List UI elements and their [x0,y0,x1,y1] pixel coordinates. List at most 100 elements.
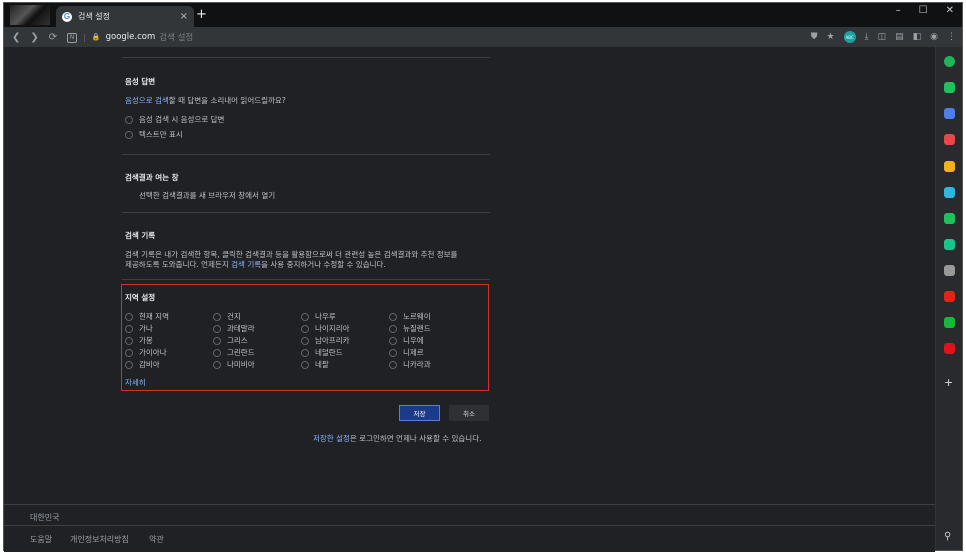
save-button[interactable]: 저장 [399,405,440,421]
minimize-button[interactable]: – [896,5,901,16]
add-sidebar-app-icon[interactable]: + [944,376,953,389]
maximize-button[interactable]: ☐ [919,5,928,16]
region-option[interactable]: 과테말라 [213,323,255,334]
voice-description: 음성으로 검색할 때 답변을 소리내어 읽어드릴까요? [125,96,286,105]
forward-icon[interactable]: ❯ [30,32,38,43]
region-option[interactable]: 현재 지역 [125,311,169,322]
region-option[interactable]: 네팔 [301,359,329,370]
radio-voice-answer[interactable]: 음성 검색 시 음성으로 답변 [125,114,224,125]
pocket-icon[interactable] [944,134,955,145]
region-option[interactable]: 나이지리아 [301,323,350,334]
radio-circle[interactable] [125,115,133,124]
new-tab-button[interactable]: + [196,7,207,22]
radio-circle[interactable] [301,360,309,369]
notification-icon[interactable] [944,82,955,93]
back-icon[interactable]: ❮ [12,32,20,43]
radio-circle[interactable] [301,324,309,333]
voice-section-title: 음성 답변 [125,77,156,86]
region-option[interactable]: 나우루 [301,311,336,322]
whale-icon[interactable] [944,56,955,67]
music-icon[interactable] [944,239,955,250]
radio-text-only[interactable]: 텍스트만 표시 [125,129,183,140]
search-history-link[interactable]: 검색 기록 [231,260,261,269]
footer-link-terms[interactable]: 약관 [149,534,164,545]
menu-icon[interactable]: ⋮ [947,32,956,42]
region-more-link[interactable]: 자세히 [125,377,146,388]
radio-circle[interactable] [125,312,133,321]
radio-circle[interactable] [389,360,397,369]
region-option[interactable]: 가이아나 [125,347,167,358]
region-option[interactable]: 남아프리카 [301,335,350,346]
region-option[interactable]: 니제르 [389,347,424,358]
radio-circle[interactable] [389,336,397,345]
reload-icon[interactable]: ⟳ [49,32,57,43]
close-window-button[interactable]: ✕ [946,5,954,16]
footer-divider [4,504,935,505]
divider [122,57,490,58]
voice-search-link[interactable]: 음성으로 검색 [125,96,169,105]
radio-circle[interactable] [389,324,397,333]
bookmark-star-icon[interactable]: ★ [827,32,835,42]
download-icon[interactable]: ⤓ [865,32,869,42]
address-bar[interactable]: 🔒 google.com 검색 설정 [92,31,193,43]
footer-link-privacy[interactable]: 개인정보처리방침 [70,534,129,545]
radio-circle[interactable] [125,360,133,369]
pin-icon[interactable]: ⚲ [944,531,951,542]
region-option[interactable]: 뉴질랜드 [389,323,431,334]
region-option[interactable]: 네덜란드 [301,347,343,358]
region-option[interactable]: 가나 [125,323,153,334]
avatar-icon[interactable] [944,265,955,276]
sidebar-toggle-icon[interactable]: ◧ [913,32,922,42]
radio-circle[interactable] [301,336,309,345]
radio-circle[interactable] [213,336,221,345]
region-option[interactable]: 건지 [213,311,241,322]
radio-circle[interactable] [301,312,309,321]
radio-circle[interactable] [301,348,309,357]
shield-icon[interactable]: ⛊ [811,32,818,42]
cancel-button[interactable]: 취소 [449,405,489,421]
radio-circle[interactable] [389,348,397,357]
radio-circle[interactable] [213,360,221,369]
tab-search-settings[interactable]: G 검색 설정 × [56,6,194,27]
history-description-line2: 제공하도록 도와줍니다. 언제든지 검색 기록을 사용 중지하거나 수정할 수 … [125,260,386,269]
lock-icon: 🔒 [91,33,101,41]
footer-link-help[interactable]: 도움말 [30,534,52,545]
region-option[interactable]: 그리스 [213,335,248,346]
radio-circle[interactable] [125,130,133,139]
calendar-icon[interactable] [944,213,955,224]
extension-icon[interactable]: ABC [843,31,856,43]
naver-n-icon[interactable]: N [67,32,78,43]
region-option[interactable]: 니우에 [389,335,424,346]
page-content: 음성 답변 음성으로 검색할 때 답변을 소리내어 읽어드릴까요? 음성 검색 … [4,47,935,552]
radio-circle[interactable] [389,312,397,321]
region-option[interactable]: 가봉 [125,335,153,346]
divider [122,212,490,213]
star-icon[interactable] [944,161,955,172]
region-option[interactable]: 나미비아 [213,359,255,370]
region-option[interactable]: 그린란드 [213,347,255,358]
radio-circle[interactable] [213,324,221,333]
wallet-icon[interactable] [944,108,955,119]
radio-circle[interactable] [125,336,133,345]
radio-circle[interactable] [213,348,221,357]
tab-close-icon[interactable]: × [180,11,188,22]
radio-circle[interactable] [125,348,133,357]
youtube-icon[interactable] [944,291,955,302]
region-option[interactable]: 노르웨이 [389,311,431,322]
region-option[interactable]: 감비아 [125,359,160,370]
radio-circle[interactable] [213,312,221,321]
region-option[interactable]: 니카라과 [389,359,431,370]
translate-icon[interactable] [944,187,955,198]
reader-icon[interactable]: ▤ [895,32,904,42]
profile-icon[interactable]: ◉ [930,32,938,42]
history-section-title: 검색 기록 [125,231,156,240]
footer-divider [4,525,935,526]
line-icon[interactable] [944,317,955,328]
capture-icon[interactable]: ◫ [878,32,887,42]
tab-bar: G 검색 설정 × + – ☐ ✕ [4,3,962,27]
radio-circle[interactable] [125,324,133,333]
checkbox-new-window[interactable]: 선택한 검색결과를 새 브라우저 창에서 열기 [125,190,275,201]
nexon-icon[interactable] [944,343,955,354]
saved-settings-link[interactable]: 저장한 설정 [313,434,350,443]
checkbox[interactable] [125,192,133,200]
